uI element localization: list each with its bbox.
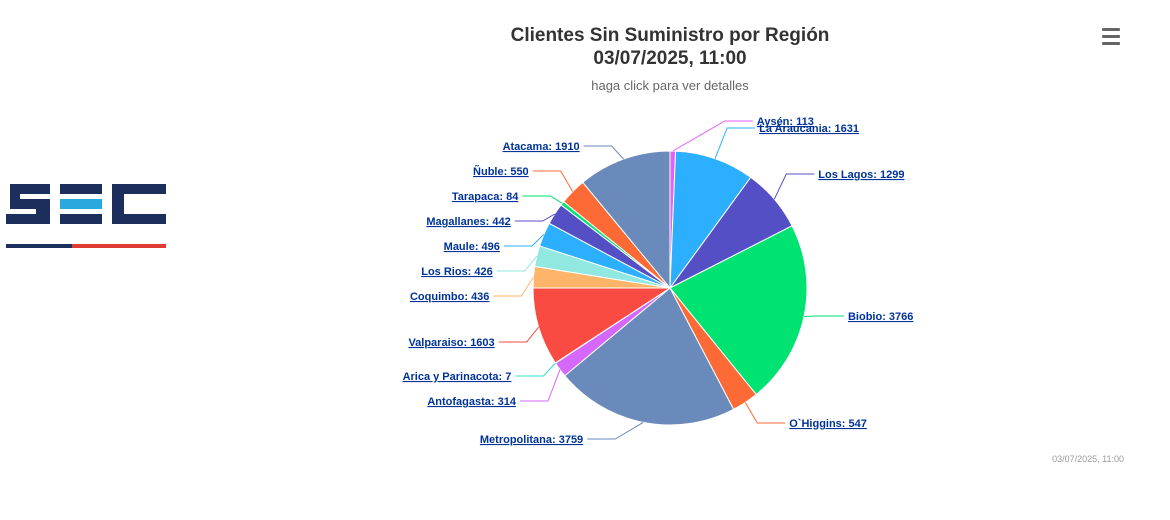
data-label-15[interactable]: Atacama: 1910 — [503, 141, 580, 153]
connector-line-12 — [514, 213, 556, 222]
connector-line-4 — [744, 402, 786, 424]
connector-line-5 — [587, 421, 644, 440]
connector-line-7 — [515, 362, 556, 377]
data-label-1[interactable]: La Araucania: 1631 — [759, 123, 859, 135]
connector-line-14 — [532, 170, 574, 192]
connector-line-9 — [493, 276, 534, 297]
data-label-7[interactable]: Arica y Parinacota: 7 — [403, 371, 512, 383]
connector-line-10 — [496, 255, 538, 272]
connector-line-13 — [522, 195, 563, 204]
data-label-8[interactable]: Valparaiso: 1603 — [408, 337, 494, 349]
pie-chart: Aysén: 113La Araucania: 1631Los Lagos: 1… — [403, 116, 914, 446]
data-label-6[interactable]: Antofagasta: 314 — [427, 396, 517, 408]
data-label-3[interactable]: Biobio: 3766 — [848, 311, 913, 323]
data-label-9[interactable]: Coquimbo: 436 — [410, 291, 489, 303]
chart-timestamp: 03/07/2025, 11:00 — [1052, 454, 1124, 464]
data-label-13[interactable]: Tarapaca: 84 — [452, 191, 519, 203]
data-label-10[interactable]: Los Rios: 426 — [421, 266, 493, 278]
connector-line-0 — [672, 120, 753, 152]
data-label-14[interactable]: Ñuble: 550 — [473, 165, 529, 178]
connector-line-11 — [503, 234, 545, 247]
connector-line-3 — [803, 315, 844, 317]
connector-line-2 — [773, 173, 815, 200]
data-label-2[interactable]: Los Lagos: 1299 — [818, 169, 904, 181]
connector-line-6 — [520, 369, 561, 402]
data-label-12[interactable]: Magallanes: 442 — [426, 216, 510, 228]
connector-line-8 — [498, 326, 540, 343]
data-label-4[interactable]: O`Higgins: 547 — [789, 418, 867, 430]
data-label-5[interactable]: Metropolitana: 3759 — [480, 434, 583, 446]
connector-line-15 — [583, 145, 624, 160]
connector-line-1 — [714, 127, 756, 159]
data-label-11[interactable]: Maule: 496 — [444, 241, 500, 253]
